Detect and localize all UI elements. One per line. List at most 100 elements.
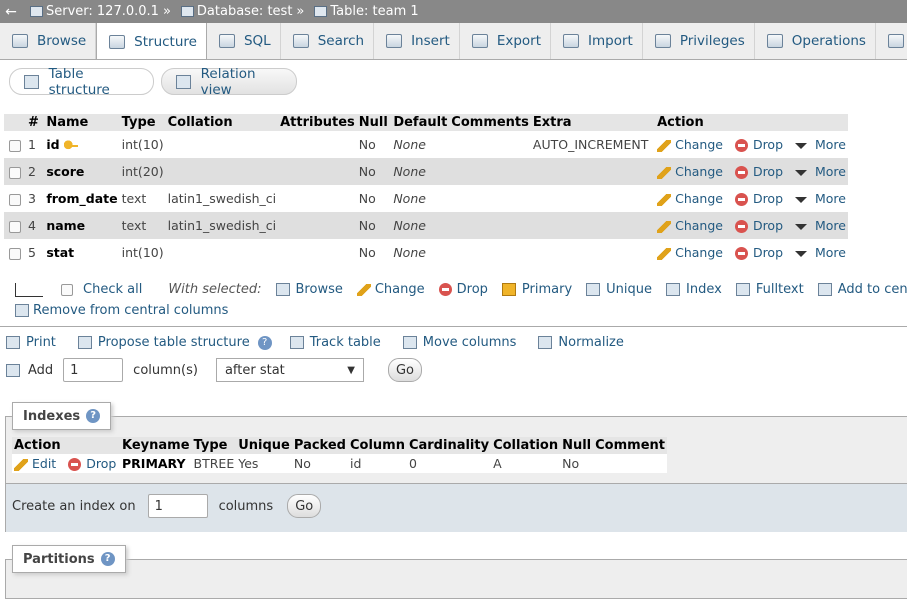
tab-operations[interactable]: Operations [755, 23, 876, 59]
move-columns-link[interactable]: Move columns [402, 335, 516, 350]
relation-view-icon [176, 74, 191, 89]
row-actions: Change Drop More [655, 239, 848, 266]
row-null: No [356, 185, 392, 212]
chevron-down-icon [795, 196, 807, 203]
column-header-comments[interactable]: Comments [449, 114, 531, 131]
bulk-fulltext-button[interactable]: Fulltext [735, 282, 804, 297]
row-checkbox[interactable] [9, 139, 21, 152]
breadcrumb-server[interactable]: Server: 127.0.0.1 [46, 4, 159, 19]
create-index-go-button[interactable]: Go [287, 494, 322, 518]
bulk-browse-button[interactable]: Browse [275, 282, 343, 297]
tab-browse[interactable]: Browse [0, 23, 97, 59]
bulk-drop-button[interactable]: Drop [438, 282, 488, 297]
chevron-down-icon [795, 142, 807, 149]
more-dropdown[interactable]: More [795, 137, 846, 152]
row-number: 4 [26, 212, 45, 239]
print-link[interactable]: Print [6, 335, 56, 350]
change-link[interactable]: Change [657, 245, 723, 260]
pencil-icon [657, 220, 672, 233]
table-row: 1 id int(10) No None AUTO_INCREMENT Chan… [4, 131, 848, 158]
add-columns-go-button[interactable]: Go [387, 358, 422, 382]
column-header-action: Action [655, 114, 848, 131]
change-link[interactable]: Change [657, 218, 723, 233]
change-link[interactable]: Change [657, 137, 723, 152]
column-header-type[interactable]: Type [119, 114, 166, 131]
column-header-extra[interactable]: Extra [530, 114, 656, 131]
help-icon[interactable]: ? [100, 552, 115, 566]
row-checkbox[interactable] [9, 220, 21, 233]
bulk-index-button[interactable]: Index [666, 282, 722, 297]
tab-tracking[interactable]: Tr [876, 23, 907, 59]
row-type: int(20) [119, 158, 166, 185]
propose-structure-link[interactable]: Propose table structure [77, 335, 250, 350]
more-dropdown[interactable]: More [795, 218, 846, 233]
tab-sql[interactable]: SQL [207, 23, 281, 59]
column-position-select[interactable]: after stat ▼ [215, 358, 364, 382]
column-name: name [46, 218, 86, 233]
row-null: No [356, 239, 392, 266]
row-collation: latin1_swedish_ci [165, 212, 279, 239]
indexes-legend: Indexes? [12, 402, 112, 430]
column-header-checkbox [4, 114, 27, 131]
breadcrumb-database[interactable]: Database: test [197, 4, 293, 19]
bulk-change-button[interactable]: Change [356, 282, 425, 297]
more-dropdown[interactable]: More [795, 191, 846, 206]
drop-index-link[interactable]: Drop [68, 456, 116, 471]
tab-insert[interactable]: Insert [374, 23, 460, 59]
column-name: score [46, 164, 85, 179]
bulk-unique-button[interactable]: Unique [586, 282, 652, 297]
row-checkbox[interactable] [9, 247, 21, 260]
add-columns-count-input[interactable] [63, 358, 124, 382]
drop-link[interactable]: Drop [734, 191, 783, 206]
remove-central-columns-link[interactable]: Remove from central columns [15, 303, 228, 318]
index-header-cardinality: Cardinality [406, 437, 492, 454]
help-icon[interactable]: ? [86, 409, 101, 423]
back-arrow-icon[interactable]: ← [0, 4, 22, 20]
row-collation [165, 239, 279, 266]
create-index-count-input[interactable] [147, 494, 208, 518]
change-link[interactable]: Change [657, 191, 723, 206]
index-header-comment: Comment [593, 437, 667, 454]
privileges-icon [654, 34, 671, 48]
breadcrumb-separator: » [296, 4, 305, 19]
drop-link[interactable]: Drop [734, 164, 783, 179]
tab-privileges[interactable]: Privileges [643, 23, 755, 59]
relation-view-button[interactable]: Relation view [161, 66, 297, 98]
more-dropdown[interactable]: More [795, 245, 846, 260]
drop-link[interactable]: Drop [734, 218, 783, 233]
index-type: BTREE [191, 454, 237, 473]
change-link[interactable]: Change [657, 164, 723, 179]
row-comments [449, 239, 531, 266]
bulk-primary-button[interactable]: Primary [501, 282, 572, 297]
row-extra [530, 212, 656, 239]
row-checkbox[interactable] [9, 166, 21, 179]
column-header-null[interactable]: Null [356, 114, 392, 131]
row-checkbox[interactable] [9, 193, 21, 206]
help-icon[interactable]: ? [257, 335, 272, 350]
column-header-collation[interactable]: Collation [165, 114, 279, 131]
tab-structure[interactable]: Structure [96, 23, 207, 59]
track-table-link[interactable]: Track table [289, 335, 381, 350]
check-all-label[interactable]: Check all [83, 282, 142, 297]
table-structure-button[interactable]: Table structure [9, 66, 154, 98]
drop-icon [734, 139, 748, 152]
row-attributes [278, 239, 357, 266]
index-collation: A [491, 454, 561, 473]
column-header-default[interactable]: Default [391, 114, 450, 131]
drop-link[interactable]: Drop [734, 137, 783, 152]
bulk-add-central-button[interactable]: Add to cen [817, 282, 907, 297]
index-icon [666, 283, 681, 296]
column-header-attributes[interactable]: Attributes [278, 114, 357, 131]
edit-index-link[interactable]: Edit [14, 456, 56, 471]
breadcrumb-table[interactable]: Table: team 1 [330, 4, 418, 19]
tab-search[interactable]: Search [281, 23, 375, 59]
drop-icon [438, 283, 452, 296]
tab-import[interactable]: Import [551, 23, 643, 59]
pencil-icon [356, 283, 371, 296]
column-header-name[interactable]: Name [44, 114, 120, 131]
tab-export[interactable]: Export [460, 23, 552, 59]
normalize-link[interactable]: Normalize [538, 335, 624, 350]
more-dropdown[interactable]: More [795, 164, 846, 179]
drop-link[interactable]: Drop [734, 245, 783, 260]
check-all-checkbox[interactable] [61, 283, 73, 296]
